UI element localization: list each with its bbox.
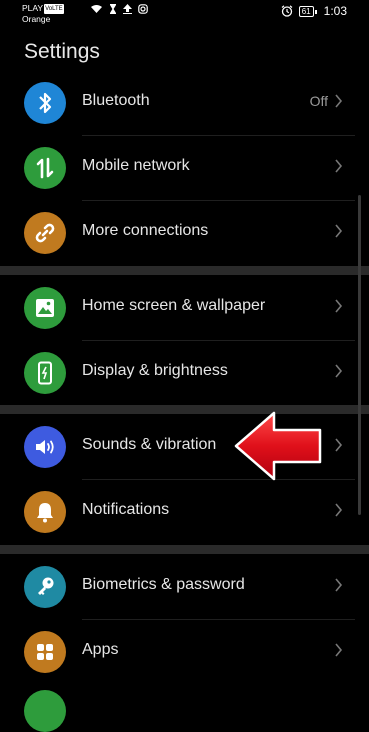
item-label: Home screen & wallpaper [82, 297, 266, 314]
item-label: Apps [82, 641, 119, 658]
settings-item-mobile-network[interactable]: Mobile network [0, 135, 355, 200]
settings-item-bluetooth[interactable]: Bluetooth Off [0, 70, 355, 135]
settings-item-display-brightness[interactable]: Display & brightness [0, 340, 355, 405]
chevron-right-icon [335, 159, 343, 173]
chevron-right-icon [335, 94, 343, 108]
alarm-icon [281, 5, 293, 17]
annotation-arrow [234, 411, 322, 481]
phone-brightness-icon [24, 352, 66, 394]
chevron-right-icon [335, 438, 343, 452]
link-icon [24, 212, 66, 254]
settings-item-biometrics-password[interactable]: Biometrics & password [0, 554, 355, 619]
clock: 1:03 [323, 4, 347, 18]
item-label: Display & brightness [82, 362, 228, 379]
chevron-right-icon [335, 364, 343, 378]
status-icons [90, 4, 148, 14]
status-right: 61 1:03 [281, 4, 347, 18]
volte-badge: VoLTE [44, 4, 64, 14]
settings-item-home-screen-wallpaper[interactable]: Home screen & wallpaper [0, 275, 355, 340]
carrier-info: PLAY VoLTE Orange [22, 3, 64, 24]
next-item-icon [24, 690, 66, 732]
upload-icon [123, 4, 132, 14]
chevron-right-icon [335, 299, 343, 313]
mobile-data-icon [24, 147, 66, 189]
settings-item-more-connections[interactable]: More connections [0, 200, 355, 265]
scrollbar[interactable] [358, 195, 361, 515]
bluetooth-status: Off [309, 93, 328, 109]
chevron-right-icon [335, 503, 343, 517]
image-icon [24, 287, 66, 329]
settings-item-notifications[interactable]: Notifications [0, 479, 355, 544]
speaker-icon [24, 426, 66, 468]
section-separator [0, 266, 369, 275]
key-icon [24, 566, 66, 608]
item-label: Notifications [82, 501, 170, 518]
instagram-icon [138, 4, 148, 14]
apps-grid-icon [24, 631, 66, 673]
item-label: Sounds & vibration [82, 436, 217, 453]
chevron-right-icon [335, 578, 343, 592]
hourglass-icon [110, 4, 116, 14]
status-bar: PLAY VoLTE Orange 61 1:03 [0, 0, 369, 28]
item-label: Mobile network [82, 157, 190, 174]
carrier-primary: PLAY [22, 3, 44, 13]
section-separator [0, 545, 369, 554]
bluetooth-icon [24, 82, 66, 124]
bell-icon [24, 491, 66, 533]
chevron-right-icon [335, 643, 343, 657]
item-label: Bluetooth [82, 92, 150, 109]
carrier-secondary: Orange [22, 14, 51, 24]
item-label: Biometrics & password [82, 576, 245, 593]
wifi-icon [91, 5, 102, 13]
settings-item-apps[interactable]: Apps [0, 619, 355, 684]
item-label: More connections [82, 222, 209, 239]
page-title: Settings [24, 40, 100, 63]
chevron-right-icon [335, 224, 343, 238]
battery-indicator: 61 [298, 5, 317, 17]
